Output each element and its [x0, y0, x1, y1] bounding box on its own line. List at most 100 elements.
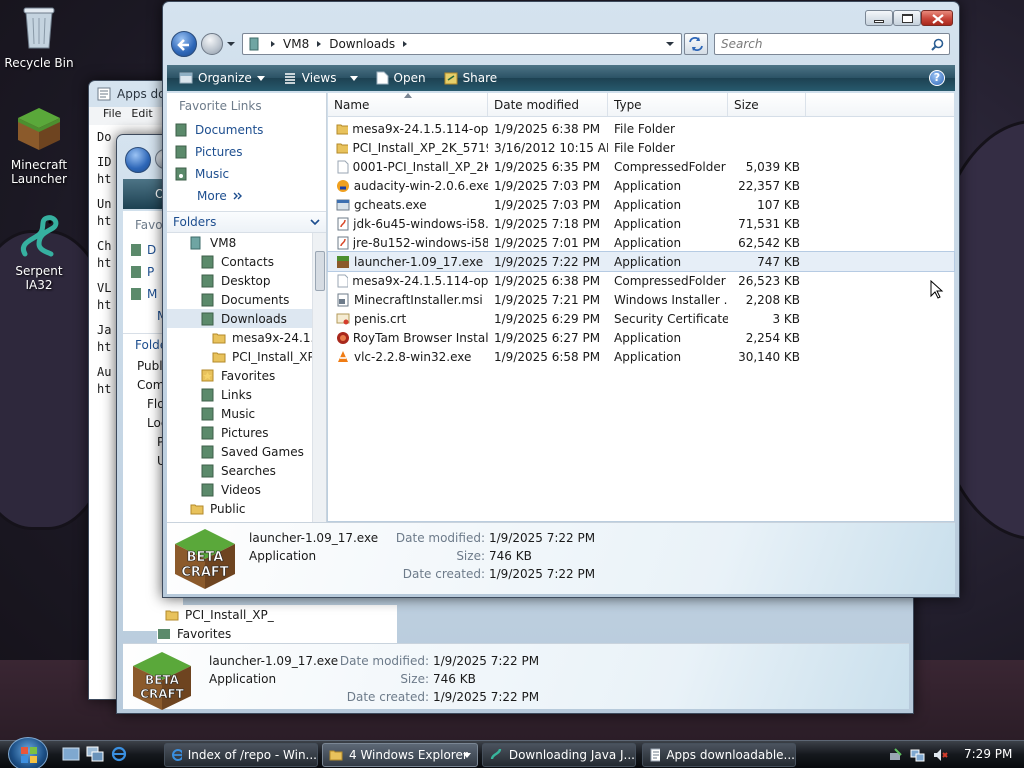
menu-file[interactable]: File: [103, 107, 121, 125]
file-row[interactable]: MinecraftInstaller.msi 1/9/2025 7:21 PM Wi…: [328, 290, 954, 309]
favorite-link-pictures[interactable]: Pictures: [167, 141, 326, 163]
svg-text:CRAFT: CRAFT: [181, 565, 228, 580]
recent-pages-chevron-icon[interactable]: [226, 41, 236, 47]
maximize-button[interactable]: [893, 10, 921, 26]
file-row[interactable]: audacity-win-2.0.6.exe 1/9/2025 7:03 PM Ap…: [328, 176, 954, 195]
file-name-cell: gcheats.exe: [328, 198, 488, 212]
desktop-icon: [201, 274, 214, 287]
tree-scrollbar[interactable]: [312, 233, 326, 523]
chevron-down-icon: [256, 75, 265, 81]
switch-windows-icon[interactable]: [86, 746, 104, 762]
file-size-cell: 3 KB: [772, 311, 800, 326]
tree-item-pictures[interactable]: Pictures: [167, 423, 326, 442]
safely-remove-hardware-icon[interactable]: [888, 747, 904, 763]
folders-header[interactable]: Folders: [167, 211, 326, 233]
taskbar-button-explorer[interactable]: 4 Windows Explorer: [322, 743, 478, 767]
file-row[interactable]: PCI_Install_XP_2K_5719... 3/16/2012 10:15…: [328, 138, 954, 157]
help-button[interactable]: ?: [929, 70, 945, 86]
file-row[interactable]: mesa9x-24.1.5.114-ope... 1/9/2025 6:38 PM…: [328, 119, 954, 138]
file-date-cell: 1/9/2025 7:18 PM: [494, 216, 601, 231]
tree-item-music[interactable]: Music: [167, 404, 326, 423]
sort-ascending-icon: [404, 93, 412, 98]
tree-item-folder[interactable]: mesa9x-24.1.5.: [167, 328, 326, 347]
views-button[interactable]: Views: [274, 65, 367, 91]
scrollbar-thumb[interactable]: [315, 251, 325, 291]
file-date-cell: 1/9/2025 6:29 PM: [494, 311, 601, 326]
window-title: Apps do: [117, 87, 166, 101]
tree-item-computer[interactable]: VM8: [167, 233, 326, 252]
tree-item-contacts[interactable]: Contacts: [167, 252, 326, 271]
file-row[interactable]: jdk-6u45-windows-i58... 1/9/2025 7:18 PM A…: [328, 214, 954, 233]
favorite-link-documents[interactable]: Documents: [167, 119, 326, 141]
tree-item-videos[interactable]: Videos: [167, 480, 326, 499]
taskbar: Index of /repo - Win... 4 Windows Explor…: [0, 737, 1024, 768]
navigation-pane: Favorite Links Documents Pictures Music …: [167, 93, 327, 523]
file-row[interactable]: mesa9x-24.1.5.114-ope... 1/9/2025 6:38 PM…: [328, 271, 954, 290]
ie-icon[interactable]: [110, 746, 128, 762]
desktop-icon-minecraft-launcher[interactable]: Minecraft Launcher: [2, 106, 76, 186]
tree-item-favorites[interactable]: Favorites: [167, 366, 326, 385]
minimize-button[interactable]: [865, 10, 893, 26]
more-links[interactable]: More: [167, 185, 326, 207]
details-pane: BETA CRAFT launcher-1.09_17.exe Applicat…: [123, 643, 909, 710]
chevron-right-icon: [317, 41, 322, 47]
column-size[interactable]: Size: [728, 93, 806, 116]
tree-item-links[interactable]: Links: [167, 385, 326, 404]
back-button[interactable]: [125, 147, 151, 173]
file-row[interactable]: 0001-PCI_Install_XP_2K... 1/9/2025 6:35 P…: [328, 157, 954, 176]
start-button[interactable]: [8, 737, 48, 768]
address-dropdown-icon[interactable]: [665, 41, 675, 47]
back-button[interactable]: [171, 31, 197, 57]
share-button[interactable]: Share: [435, 65, 507, 91]
file-row[interactable]: jre-8u152-windows-i58... 1/9/2025 7:01 PM…: [328, 233, 954, 252]
tree-item[interactable]: Favorites: [157, 624, 397, 643]
open-button[interactable]: Open: [367, 65, 435, 91]
desktop-icon-serpent[interactable]: Serpent IA32: [2, 214, 76, 292]
file-file-icon: [337, 160, 349, 173]
tree-item[interactable]: PCI_Install_XP_: [157, 605, 397, 624]
file-row[interactable]: launcher-1.09_17.exe 1/9/2025 7:22 PM Appl…: [327, 251, 955, 272]
tree-item-folder[interactable]: PCI_Install_XP_: [167, 347, 326, 366]
file-row[interactable]: gcheats.exe 1/9/2025 7:03 PM Application 10…: [328, 195, 954, 214]
volume-muted-icon[interactable]: [932, 747, 948, 763]
column-name[interactable]: Name: [328, 93, 488, 116]
views-icon: [284, 73, 295, 84]
taskbar-button-notepad[interactable]: Apps downloadable...: [642, 743, 796, 767]
refresh-button[interactable]: [684, 33, 708, 55]
search-input[interactable]: Search: [714, 33, 950, 55]
taskbar-button-ie[interactable]: Index of /repo - Win...: [164, 743, 318, 767]
tree-item-downloads[interactable]: Downloads: [167, 309, 326, 328]
breadcrumb-vm8[interactable]: VM8: [283, 37, 309, 51]
file-row[interactable]: RoyTam Browser Instal... 1/9/2025 6:27 PM…: [328, 328, 954, 347]
file-type-cell: Application: [614, 178, 682, 193]
column-type[interactable]: Type: [608, 93, 728, 116]
tree-item-saved-games[interactable]: Saved Games: [167, 442, 326, 461]
favorite-link-music[interactable]: Music: [167, 163, 326, 185]
taskbar-button-java[interactable]: Downloading Java J...: [482, 743, 636, 767]
menu-edit[interactable]: Edit: [131, 107, 152, 125]
tree-item-desktop[interactable]: Desktop: [167, 271, 326, 290]
tree-item-documents[interactable]: Documents: [167, 290, 326, 309]
tree-item-folder[interactable]: Public: [167, 499, 326, 518]
breadcrumb-downloads[interactable]: Downloads: [329, 37, 395, 51]
show-desktop-icon[interactable]: [62, 746, 80, 762]
file-row[interactable]: vlc-2.2.8-win32.exe 1/9/2025 6:58 PM Appli…: [328, 347, 954, 366]
clock[interactable]: 7:29 PM: [964, 747, 1012, 761]
details-label: Date created:: [346, 690, 429, 704]
column-date-modified[interactable]: Date modified: [488, 93, 608, 116]
address-bar[interactable]: VM8 Downloads: [242, 33, 682, 55]
tree-item-label: Music: [221, 406, 256, 421]
details-label: Date modified:: [339, 654, 429, 668]
organize-button[interactable]: Organize: [167, 65, 274, 91]
details-pane: BETA CRAFT launcher-1.09_17.exe Applicat…: [167, 522, 955, 594]
close-button[interactable]: [921, 10, 953, 26]
search-icon[interactable]: [931, 38, 944, 51]
tree-item-searches[interactable]: Searches: [167, 461, 326, 480]
forward-button[interactable]: [201, 33, 223, 55]
folder-icon: [212, 352, 226, 362]
desktop-icon-recycle-bin[interactable]: Recycle Bin: [2, 4, 76, 70]
desktop-icon-label: Serpent IA32: [15, 264, 63, 292]
search-placeholder: Search: [721, 37, 763, 51]
network-icon[interactable]: [910, 747, 926, 763]
file-row[interactable]: penis.crt 1/9/2025 6:29 PM Security Certif…: [328, 309, 954, 328]
